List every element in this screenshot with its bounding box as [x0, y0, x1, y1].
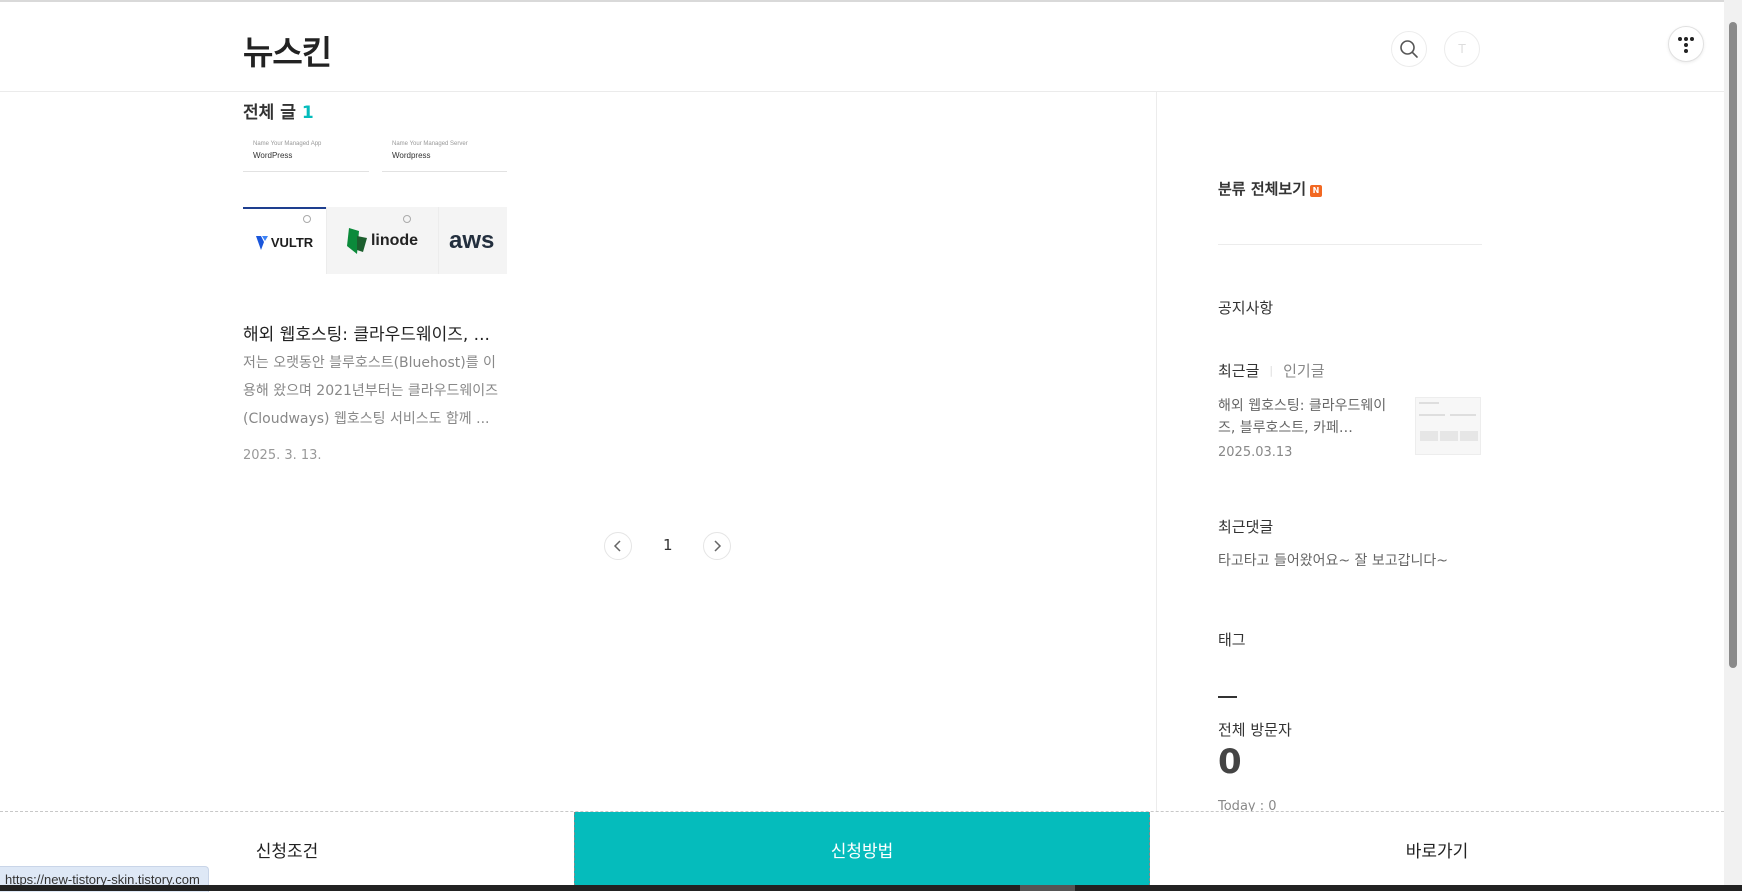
managed-app-label: Name Your Managed App: [253, 141, 322, 147]
aws-logo: aws: [438, 207, 507, 274]
category-all-label: 분류 전체보기: [1218, 180, 1307, 198]
managed-server-field: Name Your Managed Server Wordpress: [382, 141, 507, 172]
info-dot-icon: [403, 215, 411, 223]
new-badge: N: [1310, 185, 1323, 197]
managed-app-value: WordPress: [253, 151, 293, 160]
vultr-logo: VULTR: [243, 207, 326, 274]
cta-bar: 신청조건 신청방법 바로가기: [0, 811, 1724, 886]
tistory-dots-icon: [1678, 37, 1694, 53]
post-thumbnail[interactable]: Name Your Managed App WordPress Name You…: [243, 137, 507, 274]
site-logo[interactable]: 뉴스킨: [243, 26, 332, 74]
bottom-bar-segment: [1020, 885, 1075, 891]
visitors-total: 0: [1218, 742, 1242, 782]
linode-logo: linode: [326, 207, 438, 274]
scrollbar-thumb[interactable]: [1729, 22, 1737, 668]
managed-server-label: Name Your Managed Server: [392, 141, 468, 147]
post-tabs: 최근글 | 인기글: [1218, 360, 1482, 381]
tags-divider: [1218, 696, 1237, 698]
post-title[interactable]: 해외 웹호스팅: 클라우드웨이즈, ...: [243, 320, 543, 345]
linode-mark-icon: [346, 227, 367, 254]
managed-app-field: Name Your Managed App WordPress: [243, 141, 369, 172]
recent-post-thumbnail[interactable]: [1415, 397, 1481, 455]
recent-post-title[interactable]: 해외 웹호스팅: 클라우드웨이즈, 블루호스트, 카페…: [1218, 395, 1393, 439]
tab-recent-posts[interactable]: 최근글: [1218, 362, 1259, 380]
managed-server-value: Wordpress: [392, 151, 431, 160]
tistory-menu-button[interactable]: [1668, 26, 1704, 62]
tab-popular-posts[interactable]: 인기글: [1283, 362, 1324, 380]
search-button[interactable]: [1391, 31, 1427, 67]
section-title-label: 전체 글: [243, 103, 296, 123]
next-page-button[interactable]: [703, 532, 731, 560]
visitors-heading: 전체 방문자: [1218, 721, 1292, 739]
recent-post-item[interactable]: 해외 웹호스팅: 클라우드웨이즈, 블루호스트, 카페… 2025.03.13: [1218, 393, 1482, 463]
tags-heading: 태그: [1218, 631, 1246, 649]
avatar-letter: T: [1458, 42, 1466, 56]
cta-apply-method-button[interactable]: 신청방법: [574, 812, 1150, 886]
cta-go-button[interactable]: 바로가기: [1150, 812, 1724, 886]
tab-separator: |: [1269, 364, 1274, 377]
search-icon: [1400, 40, 1418, 58]
chevron-right-icon: [714, 540, 722, 552]
bottom-bar: [0, 885, 1742, 891]
recent-post-date: 2025.03.13: [1218, 445, 1293, 460]
recent-comment[interactable]: 타고타고 들어왔어요~ 잘 보고갑니다~: [1218, 550, 1482, 570]
info-dot-icon: [303, 215, 311, 223]
category-all-link[interactable]: 분류 전체보기 N: [1218, 178, 1482, 199]
sidebar-divider: [1156, 92, 1157, 812]
site-header: 뉴스킨 T: [0, 2, 1724, 92]
post-count: 1: [301, 103, 314, 123]
section-title: 전체 글1: [243, 98, 314, 123]
profile-avatar-button[interactable]: T: [1444, 31, 1480, 67]
notice-heading: 공지사항: [1218, 299, 1274, 317]
sidebar-separator: [1218, 244, 1482, 245]
recent-comments-heading: 최근댓글: [1218, 518, 1274, 536]
post-excerpt[interactable]: 저는 오랫동안 블루호스트(Bluehost)를 이용해 왔으며 2021년부터…: [243, 349, 507, 433]
chevron-left-icon: [613, 540, 621, 552]
prev-page-button[interactable]: [604, 532, 632, 560]
vultr-mark-icon: [255, 235, 268, 250]
current-page[interactable]: 1: [663, 536, 673, 554]
post-date: 2025. 3. 13.: [243, 448, 322, 463]
